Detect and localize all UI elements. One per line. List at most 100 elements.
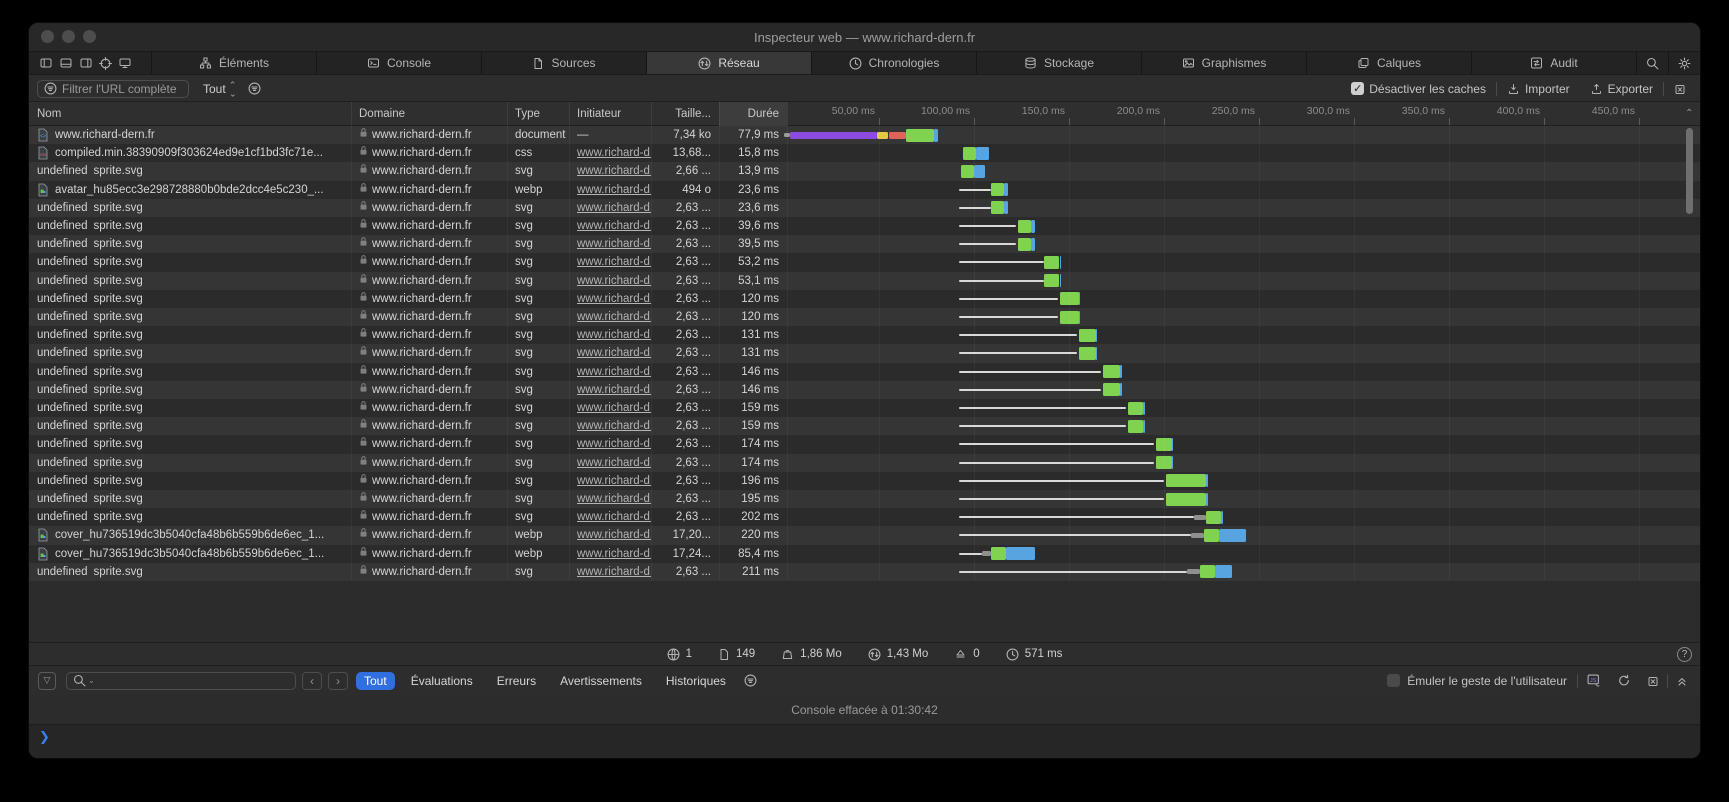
waterfall-bar[interactable] xyxy=(787,217,1700,235)
element-picker-icon[interactable] xyxy=(99,57,112,70)
resource-type-select[interactable]: Tout ⌃⌃ xyxy=(203,81,236,97)
initiator-cell[interactable]: www.richard-d... xyxy=(569,162,651,180)
initiator-cell[interactable]: www.richard-d... xyxy=(569,399,651,417)
waterfall-bar[interactable] xyxy=(787,381,1700,399)
console-scope-évaluations[interactable]: Évaluations xyxy=(403,672,481,690)
export-button[interactable]: Exporter xyxy=(1590,82,1653,96)
console-scope-erreurs[interactable]: Erreurs xyxy=(489,672,544,690)
waterfall-bar[interactable] xyxy=(787,363,1700,381)
waterfall-bar[interactable] xyxy=(787,417,1700,435)
initiator-cell[interactable]: www.richard-d... xyxy=(569,144,651,162)
console-filter-icon[interactable] xyxy=(744,674,757,687)
waterfall-bar[interactable] xyxy=(787,326,1700,344)
waterfall-bar[interactable] xyxy=(787,508,1700,526)
tab-db[interactable]: Stockage xyxy=(976,52,1141,74)
url-filter-input[interactable]: Filtrer l'URL complète xyxy=(37,80,189,98)
waterfall-bar[interactable] xyxy=(787,235,1700,253)
dock-right-icon[interactable] xyxy=(79,57,93,69)
initiator-cell[interactable]: www.richard-d... xyxy=(569,344,651,362)
import-button[interactable]: Importer xyxy=(1507,82,1570,96)
console-prompt[interactable]: ❯ xyxy=(29,725,1700,759)
tab-layers[interactable]: Calques xyxy=(1306,52,1471,74)
tab-image[interactable]: Graphismes xyxy=(1141,52,1306,74)
waterfall-bar[interactable] xyxy=(787,199,1700,217)
help-icon[interactable]: ? xyxy=(1677,647,1692,662)
waterfall-bar[interactable] xyxy=(787,454,1700,472)
initiator-cell[interactable]: www.richard-d... xyxy=(569,326,651,344)
waterfall-bar[interactable] xyxy=(787,162,1700,180)
clear-console-button[interactable] xyxy=(1647,675,1659,687)
console-sidebar-toggle[interactable]: ▽ xyxy=(38,672,56,690)
initiator-cell[interactable]: www.richard-d... xyxy=(569,272,651,290)
waterfall-bar[interactable] xyxy=(787,545,1700,563)
waterfall-bar[interactable] xyxy=(787,490,1700,508)
initiator-cell[interactable]: www.richard-d... xyxy=(569,235,651,253)
tab-audit[interactable]: Audit xyxy=(1471,52,1636,74)
find-previous-button[interactable]: ‹ xyxy=(302,672,322,690)
waterfall-bar[interactable] xyxy=(787,308,1700,326)
waterfall-bar[interactable] xyxy=(787,399,1700,417)
initiator-cell[interactable]: www.richard-d... xyxy=(569,290,651,308)
search-button[interactable] xyxy=(1636,52,1668,74)
settings-button[interactable] xyxy=(1668,52,1700,74)
initiator-cell[interactable]: www.richard-d... xyxy=(569,490,651,508)
initiator-cell[interactable]: www.richard-d... xyxy=(569,545,651,563)
initiator-cell[interactable]: www.richard-d... xyxy=(569,308,651,326)
disable-caches-checkbox[interactable]: ✓ Désactiver les caches xyxy=(1351,82,1486,96)
console-scope-avertissements[interactable]: Avertissements xyxy=(552,672,650,690)
column-header-type[interactable]: Type xyxy=(507,102,569,126)
initiator-cell[interactable]: www.richard-d... xyxy=(569,217,651,235)
vertical-scrollbar[interactable] xyxy=(1686,128,1693,214)
tab-elements[interactable]: Éléments xyxy=(151,52,316,74)
initiator-cell[interactable]: www.richard-d... xyxy=(569,508,651,526)
console-scope-tout[interactable]: Tout xyxy=(356,672,395,690)
emulate-user-gesture-checkbox[interactable]: Émuler le geste de l'utilisateur xyxy=(1387,674,1567,688)
duration-cell: 174 ms xyxy=(719,435,787,453)
dock-left-icon[interactable] xyxy=(39,57,53,69)
tab-clock[interactable]: Chronologies xyxy=(811,52,976,74)
waterfall-bar[interactable] xyxy=(787,253,1700,271)
waterfall-segment-resp xyxy=(1103,383,1120,396)
waterfall-bar[interactable] xyxy=(787,181,1700,199)
timeline-collapse-icon[interactable]: ⌃ xyxy=(1685,108,1693,119)
console-scope-historiques[interactable]: Historiques xyxy=(658,672,734,690)
initiator-cell[interactable]: www.richard-d... xyxy=(569,435,651,453)
size-cell: 2,63 ... xyxy=(651,199,719,217)
console-search-input[interactable]: ⌄ xyxy=(66,672,296,690)
tab-console[interactable]: Console xyxy=(316,52,481,74)
initiator-cell[interactable]: www.richard-d... xyxy=(569,363,651,381)
device-icon[interactable] xyxy=(118,57,132,69)
initiator-cell[interactable]: www.richard-d... xyxy=(569,563,651,581)
waterfall-bar[interactable] xyxy=(787,435,1700,453)
dock-bottom-icon[interactable] xyxy=(59,57,73,69)
waterfall-bar[interactable] xyxy=(787,290,1700,308)
console-eval-context-button[interactable]: JS xyxy=(1586,674,1601,687)
column-header-domain[interactable]: Domaine xyxy=(351,102,507,126)
waterfall-bar[interactable] xyxy=(787,272,1700,290)
column-header-initiator[interactable]: Initiateur xyxy=(569,102,651,126)
waterfall-bar[interactable] xyxy=(787,472,1700,490)
waterfall-bar[interactable] xyxy=(787,126,1700,144)
reload-page-button[interactable] xyxy=(1617,674,1631,687)
waterfall-bar[interactable] xyxy=(787,526,1700,544)
initiator-cell[interactable]: www.richard-d... xyxy=(569,454,651,472)
column-header-size[interactable]: Taille... xyxy=(651,102,719,126)
initiator-cell[interactable]: www.richard-d... xyxy=(569,417,651,435)
initiator-cell[interactable]: www.richard-d... xyxy=(569,253,651,271)
initiator-cell[interactable]: www.richard-d... xyxy=(569,526,651,544)
expand-console-icon[interactable] xyxy=(1676,675,1688,687)
initiator-cell[interactable]: www.richard-d... xyxy=(569,181,651,199)
filter-options-icon[interactable] xyxy=(248,82,261,95)
initiator-cell[interactable]: www.richard-d... xyxy=(569,381,651,399)
column-header-name[interactable]: Nom xyxy=(29,102,351,126)
waterfall-bar[interactable] xyxy=(787,344,1700,362)
waterfall-bar[interactable] xyxy=(787,563,1700,581)
initiator-cell[interactable]: www.richard-d... xyxy=(569,472,651,490)
waterfall-bar[interactable] xyxy=(787,144,1700,162)
tab-network[interactable]: Réseau xyxy=(646,52,811,74)
clear-network-button[interactable] xyxy=(1674,83,1686,95)
initiator-cell[interactable]: www.richard-d... xyxy=(569,199,651,217)
find-next-button[interactable]: › xyxy=(328,672,348,690)
column-header-duration[interactable]: Durée xyxy=(719,102,787,126)
tab-sources[interactable]: Sources xyxy=(481,52,646,74)
